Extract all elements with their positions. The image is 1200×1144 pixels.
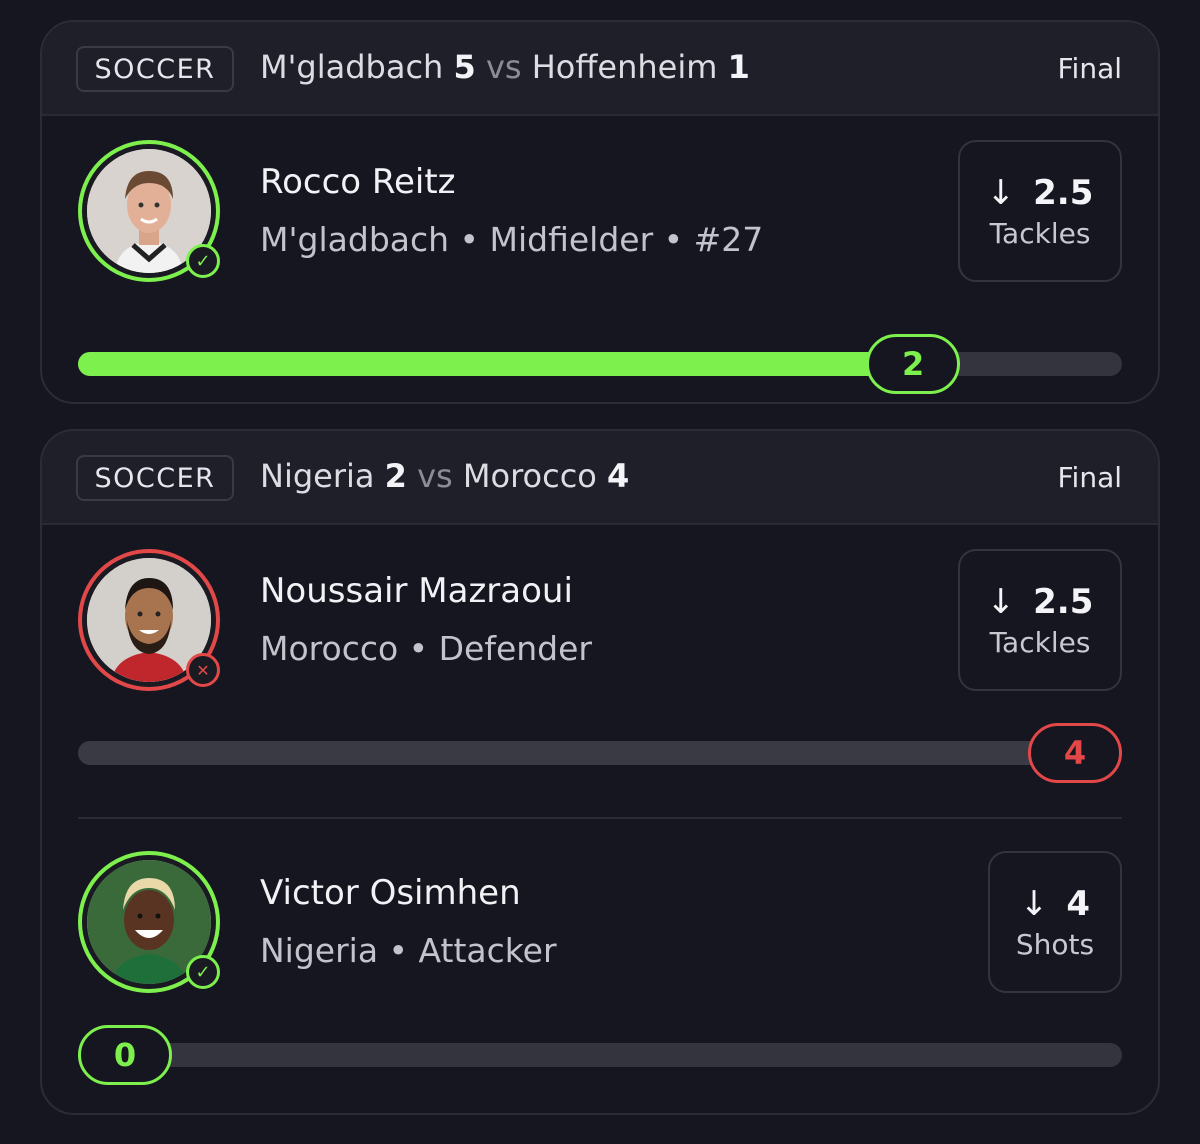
home-team: Nigeria [260, 457, 375, 495]
actual-value-pill: 2 [866, 334, 961, 394]
player-divider [78, 817, 1122, 819]
progress-track: 2 [78, 334, 1122, 394]
arrow-down-icon: ↓ [986, 581, 1016, 622]
sport-badge: SOCCER [76, 46, 234, 92]
arrow-down-icon: ↓ [1019, 883, 1049, 924]
prop-line-box[interactable]: ↓ 2.5 Tackles [958, 140, 1122, 282]
player-name: Rocco Reitz [260, 162, 456, 202]
progress-track: 0 [78, 1025, 1122, 1085]
prop-line-value: 2.5 [1033, 581, 1094, 622]
match-title: Nigeria 2 vs Morocco 4 [260, 457, 629, 495]
game-status: Final [1057, 52, 1122, 85]
actual-value-pill: 0 [78, 1025, 172, 1085]
prop-stat-label: Tackles [989, 625, 1091, 659]
prop-line-box[interactable]: ↓ 2.5 Tackles [958, 549, 1122, 691]
actual-value-pill: 4 [1028, 723, 1122, 783]
progress-track: 4 [78, 723, 1122, 783]
player-row[interactable]: ✕ Noussair Mazraoui Morocco • Defender ↓… [42, 525, 1158, 805]
card-header: SOCCER M'gladbach 5 vs Hoffenheim 1 Fina… [42, 22, 1158, 116]
arrow-down-icon: ↓ [986, 172, 1016, 213]
player-name: Noussair Mazraoui [260, 571, 573, 611]
avatar: ✓ [78, 851, 220, 993]
prop-card-2[interactable]: SOCCER Nigeria 2 vs Morocco 4 Final ✕ No… [40, 429, 1160, 1115]
vs-label: vs [417, 457, 453, 495]
vs-label: vs [485, 48, 522, 86]
away-score: 4 [607, 457, 630, 495]
game-status: Final [1057, 461, 1122, 494]
prop-stat-label: Shots [1015, 927, 1095, 961]
player-meta: Morocco • Defender [260, 629, 592, 668]
player-name: Victor Osimhen [260, 873, 521, 913]
away-score: 1 [727, 48, 750, 86]
player-meta: Nigeria • Attacker [260, 931, 557, 970]
away-team: Morocco [462, 457, 597, 495]
check-icon: ✓ [186, 955, 220, 989]
prop-line-value: 4 [1066, 883, 1091, 924]
player-meta: M'gladbach • Midfielder • #27 [260, 220, 764, 259]
player-row[interactable]: ✓ Rocco Reitz M'gladbach • Midfielder • … [42, 116, 1158, 396]
x-icon: ✕ [186, 653, 220, 687]
prop-card-1[interactable]: SOCCER M'gladbach 5 vs Hoffenheim 1 Fina… [40, 20, 1160, 404]
sport-badge: SOCCER [76, 455, 234, 501]
home-score: 2 [384, 457, 407, 495]
away-team: Hoffenheim [531, 48, 718, 86]
match-title: M'gladbach 5 vs Hoffenheim 1 [260, 48, 750, 86]
prop-line-box[interactable]: ↓ 4 Shots [988, 851, 1122, 993]
player-row[interactable]: ✓ Victor Osimhen Nigeria • Attacker ↓ 4 … [42, 827, 1158, 1107]
avatar: ✕ [78, 549, 220, 691]
home-team: M'gladbach [260, 48, 444, 86]
check-icon: ✓ [186, 244, 220, 278]
prop-stat-label: Tackles [989, 216, 1091, 250]
home-score: 5 [453, 48, 476, 86]
card-header: SOCCER Nigeria 2 vs Morocco 4 Final [42, 431, 1158, 525]
avatar: ✓ [78, 140, 220, 282]
progress-fill [78, 352, 914, 376]
prop-line-value: 2.5 [1033, 172, 1094, 213]
